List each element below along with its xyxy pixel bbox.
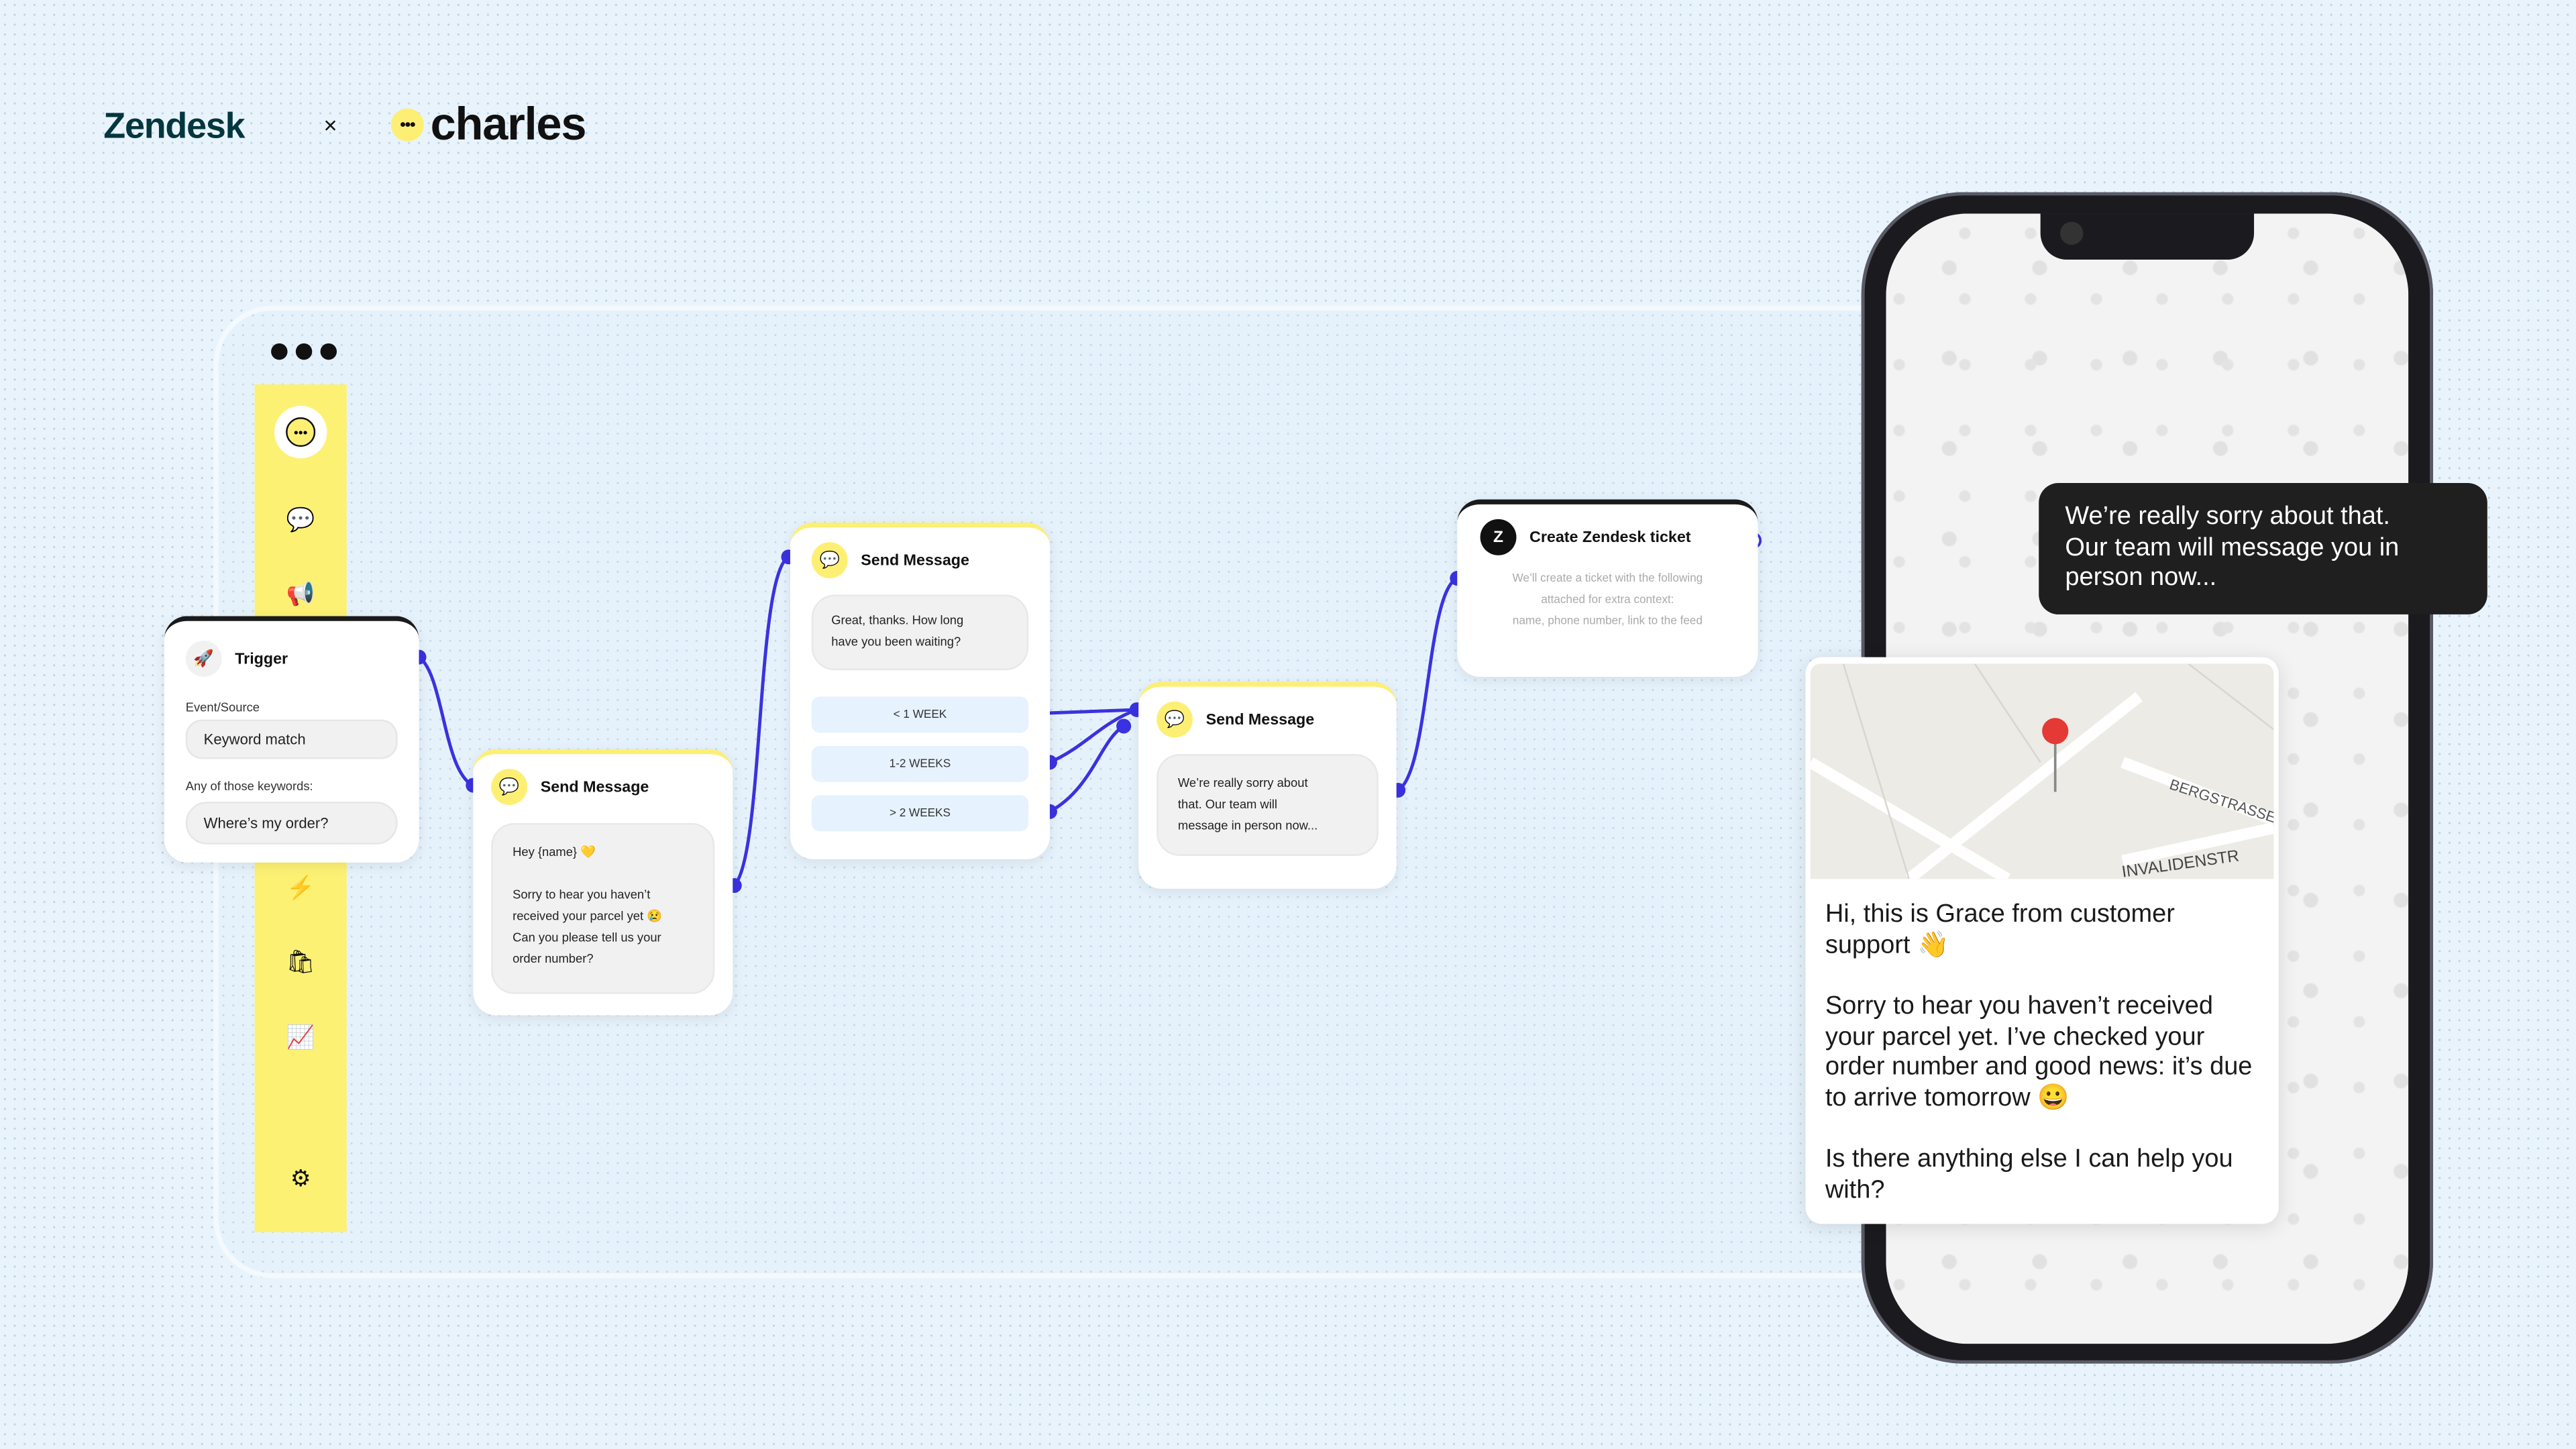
connector — [733, 555, 790, 887]
option-button[interactable]: < 1 WEEK — [811, 696, 1029, 733]
message-text[interactable]: Hey {name} 💛 Sorry to hear you haven’t re… — [491, 822, 715, 994]
connector — [417, 655, 474, 787]
keywords-input[interactable]: Where’s my order? — [185, 802, 398, 845]
message-text[interactable]: Great, thanks. How long have you been wai… — [811, 594, 1029, 671]
node-title: Create Zendesk ticket — [1529, 528, 1691, 547]
svg-text:BERGSTRASSE: BERGSTRASSE — [2167, 775, 2273, 826]
field-label: Event/Source — [185, 700, 260, 715]
phone-notch — [2040, 213, 2255, 260]
node-title: Send Message — [861, 551, 969, 570]
create-zendesk-ticket-node[interactable]: Z Create Zendesk ticket We’ll create a ti… — [1457, 499, 1758, 677]
node-title: Trigger — [235, 649, 288, 668]
event-source-select[interactable]: Keyword match — [185, 719, 398, 759]
message-body: Hi, this is Grace from customer support … — [1825, 900, 2253, 1203]
option-button[interactable]: > 2 WEEKS — [811, 795, 1029, 832]
ticket-description: We’ll create a ticket with the following… — [1512, 573, 1703, 628]
port — [1116, 718, 1132, 734]
option-button[interactable]: 1-2 WEEKS — [811, 745, 1029, 782]
send-message-node-1[interactable]: 💬 Send Message Hey {name} 💛 Sorry to hear… — [473, 749, 733, 1016]
agent-chat-bubble: We’re really sorry about that. Our team w… — [2039, 483, 2487, 614]
node-title: Send Message — [540, 777, 649, 796]
map-pin-icon — [2042, 718, 2069, 745]
customer-message-card: BERGSTRASSE INVALIDENSTR Hi, this is Gra… — [1805, 657, 2279, 1224]
zendesk-icon: Z — [1480, 519, 1517, 555]
connector — [1049, 708, 1138, 764]
field-label: Any of those keywords: — [185, 778, 313, 794]
trigger-node[interactable]: 🚀 Trigger Event/Source Keyword match Any … — [164, 616, 419, 863]
chat-icon: 💬 — [811, 542, 848, 579]
map-roads: BERGSTRASSE INVALIDENSTR — [1810, 663, 2274, 879]
send-message-node-2[interactable]: 💬 Send Message Great, thanks. How long hav… — [790, 522, 1050, 859]
connector — [1397, 576, 1458, 792]
chat-icon: 💬 — [491, 769, 528, 806]
node-title: Send Message — [1205, 710, 1315, 729]
connector — [1049, 708, 1137, 715]
rocket-icon: 🚀 — [185, 641, 222, 677]
message-text[interactable]: We’re really sorry about that. Our team w… — [1157, 754, 1379, 856]
send-message-node-3[interactable]: 💬 Send Message We’re really sorry about th… — [1138, 682, 1397, 889]
map-preview[interactable]: BERGSTRASSE INVALIDENSTR — [1810, 663, 2274, 879]
chat-icon: 💬 — [1157, 701, 1193, 738]
